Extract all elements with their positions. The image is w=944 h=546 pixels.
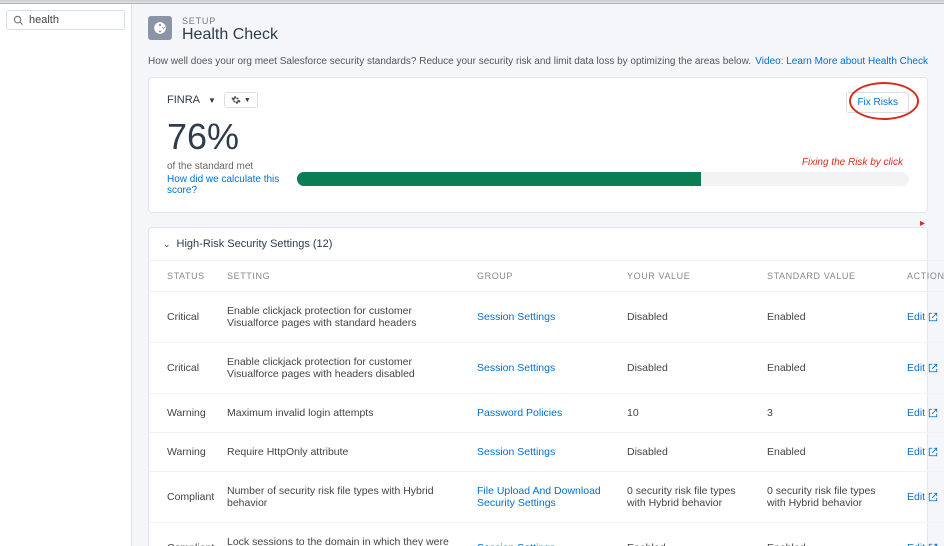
col-your-value: YOUR VALUE	[619, 261, 759, 292]
cell-status: Critical	[149, 343, 219, 394]
cell-group[interactable]: Session Settings	[469, 292, 619, 343]
quick-find-search[interactable]	[6, 10, 125, 30]
fix-risks-button[interactable]: Fix Risks	[846, 92, 909, 113]
cell-setting: Lock sessions to the domain in which the…	[219, 523, 469, 546]
high-risk-section: ▸ ⌄ High-Risk Security Settings (12) STA…	[148, 227, 928, 546]
cell-actions[interactable]: Edit	[899, 523, 944, 546]
cell-standard-value: 0 security risk file types with Hybrid b…	[759, 472, 899, 523]
table-row: CompliantLock sessions to the domain in …	[149, 523, 944, 546]
page-subhead: How well does your org meet Salesforce s…	[148, 52, 928, 77]
edit-link: Edit	[907, 542, 938, 546]
gear-icon	[231, 95, 241, 105]
cell-actions[interactable]: Edit	[899, 394, 944, 433]
cell-group[interactable]: Session Settings	[469, 523, 619, 546]
cell-status: Warning	[149, 394, 219, 433]
edit-link: Edit	[907, 446, 938, 458]
col-status: STATUS	[149, 261, 219, 292]
score-of-text: of the standard met	[167, 161, 297, 172]
cell-your-value: 10	[619, 394, 759, 433]
score-progress-bar: Fixing the Risk by click	[297, 172, 909, 186]
edit-link: Edit	[907, 311, 938, 323]
cell-group[interactable]: File Upload And Download Security Settin…	[469, 472, 619, 523]
cell-actions[interactable]: Edit	[899, 292, 944, 343]
cell-group[interactable]: Session Settings	[469, 433, 619, 472]
cell-status: Compliant	[149, 523, 219, 546]
cell-setting: Enable clickjack protection for customer…	[219, 292, 469, 343]
page-title: Health Check	[182, 26, 278, 44]
col-setting: SETTING	[219, 261, 469, 292]
col-actions: ACTIONS	[899, 261, 944, 292]
cell-standard-value: Enabled	[759, 523, 899, 546]
video-help-link[interactable]: Video: Learn More about Health Check	[755, 56, 928, 67]
page-super-title: SETUP	[182, 16, 278, 26]
cell-standard-value: 3	[759, 394, 899, 433]
cell-setting: Require HttpOnly attribute	[219, 433, 469, 472]
score-percent: 76%	[167, 119, 909, 155]
cell-status: Critical	[149, 292, 219, 343]
cell-your-value: Enabled	[619, 523, 759, 546]
cell-actions[interactable]: Edit	[899, 472, 944, 523]
cell-your-value: Disabled	[619, 433, 759, 472]
baseline-selector[interactable]: FINRA ▼ ▼	[167, 92, 258, 108]
chevron-down-icon: ▼	[208, 96, 216, 105]
section-title: High-Risk Security Settings (12)	[177, 238, 333, 250]
overflow-indicator-icon: ▸	[920, 218, 925, 229]
edit-link: Edit	[907, 491, 938, 503]
table-header-row: STATUS SETTING GROUP YOUR VALUE STANDARD…	[149, 261, 944, 292]
table-row: CriticalEnable clickjack protection for …	[149, 292, 944, 343]
cell-your-value: Disabled	[619, 343, 759, 394]
app-layout: SETUP Health Check How well does your or…	[0, 4, 944, 546]
edit-link: Edit	[907, 407, 938, 419]
table-row: CriticalEnable clickjack protection for …	[149, 343, 944, 394]
page-header: SETUP Health Check	[148, 12, 928, 52]
search-input[interactable]	[29, 14, 118, 26]
cell-setting: Maximum invalid login attempts	[219, 394, 469, 433]
cell-your-value: 0 security risk file types with Hybrid b…	[619, 472, 759, 523]
score-card: FINRA ▼ ▼ Fix Risks 76% of the standard …	[148, 77, 928, 213]
cell-setting: Number of security risk file types with …	[219, 472, 469, 523]
cell-actions[interactable]: Edit	[899, 343, 944, 394]
setup-sidebar	[0, 4, 132, 546]
cell-your-value: Disabled	[619, 292, 759, 343]
chevron-down-icon: ▼	[244, 97, 251, 104]
baseline-name: FINRA	[167, 94, 200, 106]
settings-table: STATUS SETTING GROUP YOUR VALUE STANDARD…	[149, 260, 944, 546]
page-description: How well does your org meet Salesforce s…	[148, 56, 751, 67]
cell-group[interactable]: Session Settings	[469, 343, 619, 394]
cell-setting: Enable clickjack protection for customer…	[219, 343, 469, 394]
cell-standard-value: Enabled	[759, 433, 899, 472]
score-progress-fill	[297, 172, 701, 186]
annotation-text: Fixing the Risk by click	[802, 157, 903, 168]
table-row: CompliantNumber of security risk file ty…	[149, 472, 944, 523]
chevron-down-icon: ⌄	[163, 239, 171, 250]
table-row: WarningMaximum invalid login attemptsPas…	[149, 394, 944, 433]
table-row: WarningRequire HttpOnly attributeSession…	[149, 433, 944, 472]
search-icon	[13, 15, 24, 26]
main-content: SETUP Health Check How well does your or…	[132, 4, 944, 546]
baseline-settings-button[interactable]: ▼	[224, 92, 258, 108]
score-calc-link[interactable]: How did we calculate this score?	[167, 174, 297, 196]
cell-status: Compliant	[149, 472, 219, 523]
cell-group[interactable]: Password Policies	[469, 394, 619, 433]
health-check-app-icon	[148, 16, 172, 40]
cell-standard-value: Enabled	[759, 292, 899, 343]
edit-link: Edit	[907, 362, 938, 374]
cell-status: Warning	[149, 433, 219, 472]
cell-standard-value: Enabled	[759, 343, 899, 394]
section-header[interactable]: ⌄ High-Risk Security Settings (12)	[149, 228, 927, 260]
col-standard-value: STANDARD VALUE	[759, 261, 899, 292]
cell-actions[interactable]: Edit	[899, 433, 944, 472]
col-group: GROUP	[469, 261, 619, 292]
